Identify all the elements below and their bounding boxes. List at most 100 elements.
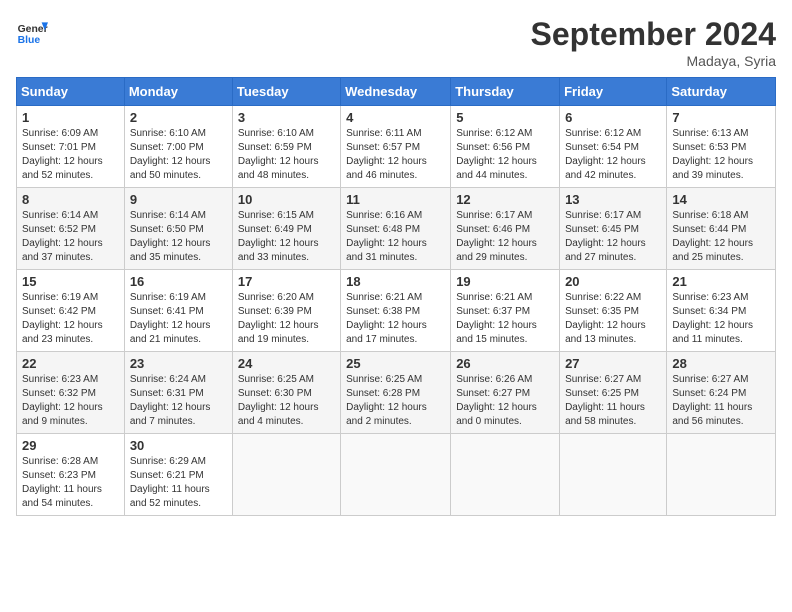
day-details: Sunrise: 6:21 AM Sunset: 6:38 PM Dayligh… [346,291,445,347]
day-number: 7 [672,110,770,125]
calendar-cell: 3 Sunrise: 6:10 AM Sunset: 6:59 PM Dayli… [232,106,340,188]
day-number: 18 [346,274,445,289]
calendar-week-row: 8 Sunrise: 6:14 AM Sunset: 6:52 PM Dayli… [17,188,776,270]
day-details: Sunrise: 6:29 AM Sunset: 6:21 PM Dayligh… [130,455,227,511]
day-number: 5 [456,110,554,125]
day-number: 30 [130,438,227,453]
calendar-cell [341,434,451,516]
day-details: Sunrise: 6:17 AM Sunset: 6:45 PM Dayligh… [565,209,661,265]
calendar-cell: 17 Sunrise: 6:20 AM Sunset: 6:39 PM Dayl… [232,270,340,352]
weekday-header-monday: Monday [124,78,232,106]
location: Madaya, Syria [531,53,776,69]
day-details: Sunrise: 6:28 AM Sunset: 6:23 PM Dayligh… [22,455,119,511]
day-details: Sunrise: 6:12 AM Sunset: 6:56 PM Dayligh… [456,127,554,183]
day-details: Sunrise: 6:19 AM Sunset: 6:41 PM Dayligh… [130,291,227,347]
day-details: Sunrise: 6:09 AM Sunset: 7:01 PM Dayligh… [22,127,119,183]
day-number: 27 [565,356,661,371]
calendar-cell [232,434,340,516]
day-details: Sunrise: 6:23 AM Sunset: 6:32 PM Dayligh… [22,373,119,429]
page-header: General Blue September 2024 Madaya, Syri… [16,16,776,69]
calendar-cell: 10 Sunrise: 6:15 AM Sunset: 6:49 PM Dayl… [232,188,340,270]
day-number: 13 [565,192,661,207]
day-details: Sunrise: 6:22 AM Sunset: 6:35 PM Dayligh… [565,291,661,347]
day-details: Sunrise: 6:12 AM Sunset: 6:54 PM Dayligh… [565,127,661,183]
month-title: September 2024 [531,16,776,53]
day-details: Sunrise: 6:10 AM Sunset: 7:00 PM Dayligh… [130,127,227,183]
day-details: Sunrise: 6:14 AM Sunset: 6:52 PM Dayligh… [22,209,119,265]
day-number: 23 [130,356,227,371]
day-details: Sunrise: 6:27 AM Sunset: 6:25 PM Dayligh… [565,373,661,429]
day-number: 3 [238,110,335,125]
weekday-header-saturday: Saturday [667,78,776,106]
day-details: Sunrise: 6:25 AM Sunset: 6:28 PM Dayligh… [346,373,445,429]
calendar-cell: 8 Sunrise: 6:14 AM Sunset: 6:52 PM Dayli… [17,188,125,270]
day-number: 9 [130,192,227,207]
calendar-week-row: 22 Sunrise: 6:23 AM Sunset: 6:32 PM Dayl… [17,352,776,434]
day-number: 22 [22,356,119,371]
calendar-cell: 24 Sunrise: 6:25 AM Sunset: 6:30 PM Dayl… [232,352,340,434]
calendar-cell: 27 Sunrise: 6:27 AM Sunset: 6:25 PM Dayl… [560,352,667,434]
calendar-cell [451,434,560,516]
calendar-week-row: 29 Sunrise: 6:28 AM Sunset: 6:23 PM Dayl… [17,434,776,516]
calendar-cell: 4 Sunrise: 6:11 AM Sunset: 6:57 PM Dayli… [341,106,451,188]
calendar-cell: 25 Sunrise: 6:25 AM Sunset: 6:28 PM Dayl… [341,352,451,434]
calendar-cell: 30 Sunrise: 6:29 AM Sunset: 6:21 PM Dayl… [124,434,232,516]
day-details: Sunrise: 6:10 AM Sunset: 6:59 PM Dayligh… [238,127,335,183]
day-number: 26 [456,356,554,371]
day-number: 24 [238,356,335,371]
day-number: 19 [456,274,554,289]
day-number: 4 [346,110,445,125]
calendar-cell: 28 Sunrise: 6:27 AM Sunset: 6:24 PM Dayl… [667,352,776,434]
weekday-header-row: SundayMondayTuesdayWednesdayThursdayFrid… [17,78,776,106]
day-details: Sunrise: 6:13 AM Sunset: 6:53 PM Dayligh… [672,127,770,183]
calendar-cell: 13 Sunrise: 6:17 AM Sunset: 6:45 PM Dayl… [560,188,667,270]
calendar-table: SundayMondayTuesdayWednesdayThursdayFrid… [16,77,776,516]
day-number: 20 [565,274,661,289]
day-details: Sunrise: 6:26 AM Sunset: 6:27 PM Dayligh… [456,373,554,429]
day-number: 25 [346,356,445,371]
day-number: 21 [672,274,770,289]
calendar-cell: 11 Sunrise: 6:16 AM Sunset: 6:48 PM Dayl… [341,188,451,270]
calendar-cell [560,434,667,516]
day-number: 6 [565,110,661,125]
day-number: 1 [22,110,119,125]
day-number: 15 [22,274,119,289]
calendar-cell: 26 Sunrise: 6:26 AM Sunset: 6:27 PM Dayl… [451,352,560,434]
calendar-cell: 18 Sunrise: 6:21 AM Sunset: 6:38 PM Dayl… [341,270,451,352]
calendar-week-row: 15 Sunrise: 6:19 AM Sunset: 6:42 PM Dayl… [17,270,776,352]
day-number: 10 [238,192,335,207]
calendar-cell: 9 Sunrise: 6:14 AM Sunset: 6:50 PM Dayli… [124,188,232,270]
day-details: Sunrise: 6:20 AM Sunset: 6:39 PM Dayligh… [238,291,335,347]
logo-icon: General Blue [16,16,48,48]
day-details: Sunrise: 6:14 AM Sunset: 6:50 PM Dayligh… [130,209,227,265]
weekday-header-sunday: Sunday [17,78,125,106]
calendar-cell: 2 Sunrise: 6:10 AM Sunset: 7:00 PM Dayli… [124,106,232,188]
day-details: Sunrise: 6:11 AM Sunset: 6:57 PM Dayligh… [346,127,445,183]
weekday-header-thursday: Thursday [451,78,560,106]
calendar-cell: 15 Sunrise: 6:19 AM Sunset: 6:42 PM Dayl… [17,270,125,352]
day-details: Sunrise: 6:23 AM Sunset: 6:34 PM Dayligh… [672,291,770,347]
day-number: 14 [672,192,770,207]
day-details: Sunrise: 6:18 AM Sunset: 6:44 PM Dayligh… [672,209,770,265]
calendar-cell: 1 Sunrise: 6:09 AM Sunset: 7:01 PM Dayli… [17,106,125,188]
calendar-cell [667,434,776,516]
day-details: Sunrise: 6:15 AM Sunset: 6:49 PM Dayligh… [238,209,335,265]
calendar-cell: 6 Sunrise: 6:12 AM Sunset: 6:54 PM Dayli… [560,106,667,188]
day-details: Sunrise: 6:17 AM Sunset: 6:46 PM Dayligh… [456,209,554,265]
day-details: Sunrise: 6:16 AM Sunset: 6:48 PM Dayligh… [346,209,445,265]
weekday-header-tuesday: Tuesday [232,78,340,106]
calendar-cell: 23 Sunrise: 6:24 AM Sunset: 6:31 PM Dayl… [124,352,232,434]
title-section: September 2024 Madaya, Syria [531,16,776,69]
day-number: 17 [238,274,335,289]
calendar-cell: 12 Sunrise: 6:17 AM Sunset: 6:46 PM Dayl… [451,188,560,270]
day-details: Sunrise: 6:24 AM Sunset: 6:31 PM Dayligh… [130,373,227,429]
day-number: 2 [130,110,227,125]
calendar-cell: 22 Sunrise: 6:23 AM Sunset: 6:32 PM Dayl… [17,352,125,434]
day-number: 8 [22,192,119,207]
day-details: Sunrise: 6:25 AM Sunset: 6:30 PM Dayligh… [238,373,335,429]
calendar-week-row: 1 Sunrise: 6:09 AM Sunset: 7:01 PM Dayli… [17,106,776,188]
day-number: 16 [130,274,227,289]
weekday-header-wednesday: Wednesday [341,78,451,106]
day-details: Sunrise: 6:21 AM Sunset: 6:37 PM Dayligh… [456,291,554,347]
day-number: 11 [346,192,445,207]
